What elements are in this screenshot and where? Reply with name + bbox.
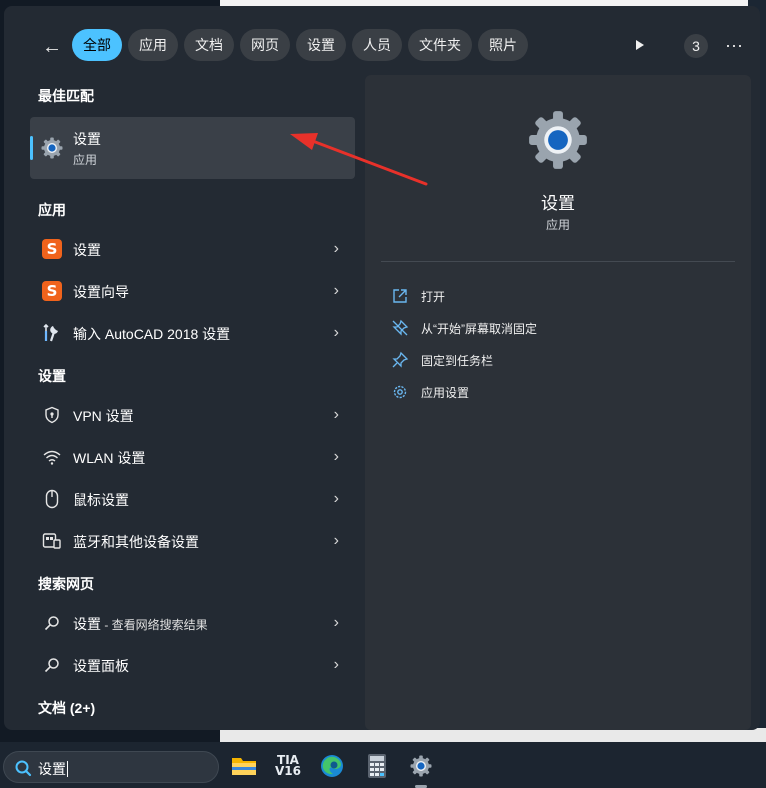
- more-options-button[interactable]: ···: [722, 34, 746, 58]
- filter-chip-documents[interactable]: 文档: [184, 29, 234, 61]
- back-button[interactable]: ←: [38, 34, 66, 60]
- app-item-settings[interactable]: S 设置 ›: [30, 229, 355, 269]
- chevron-right-icon[interactable]: ›: [334, 613, 339, 633]
- web-item-query: 设置: [73, 616, 101, 632]
- action-label: 应用设置: [421, 386, 470, 400]
- app-item-label: 设置: [73, 242, 101, 258]
- filter-chip-folders[interactable]: 文件夹: [408, 29, 472, 61]
- filter-chip-all[interactable]: 全部: [72, 29, 122, 61]
- wrench-icon: [43, 323, 58, 342]
- app-item-autocad-settings[interactable]: 输入 AutoCAD 2018 设置 ›: [30, 313, 355, 353]
- chevron-right-icon[interactable]: ›: [334, 323, 339, 343]
- section-title-best-match: 最佳匹配: [38, 88, 94, 104]
- shield-icon: [45, 406, 59, 424]
- taskbar-search-input[interactable]: 设置: [3, 751, 219, 783]
- setting-item-label: WLAN 设置: [73, 450, 146, 466]
- setting-item-label: 鼠标设置: [73, 492, 129, 508]
- web-item-label: 设置面板: [73, 658, 129, 674]
- tia-label-bottom: V16: [275, 764, 301, 778]
- mouse-icon: [45, 489, 59, 509]
- search-query-text: 设置: [38, 761, 66, 777]
- taskbar-settings[interactable]: [406, 751, 436, 781]
- detail-pane: 设置 应用 打开 从“开始”屏幕取消固定 固定到任务栏 应用设置: [365, 75, 751, 730]
- chevron-right-icon[interactable]: ›: [334, 489, 339, 509]
- sogou-s-icon: S: [42, 239, 62, 259]
- chevron-right-icon[interactable]: ›: [334, 405, 339, 425]
- selection-accent: [30, 136, 33, 160]
- section-title-documents[interactable]: 文档 (2+): [38, 698, 95, 718]
- sogou-s-icon: S: [42, 281, 62, 301]
- devices-icon: [42, 533, 61, 549]
- taskbar-tia-portal[interactable]: TIA V16: [273, 751, 303, 781]
- unpin-icon: [392, 319, 409, 336]
- text-caret: [67, 761, 68, 777]
- app-item-label: 设置向导: [73, 284, 129, 300]
- setting-item-label: VPN 设置: [73, 408, 134, 424]
- best-match-name: 设置: [73, 131, 101, 147]
- settings-gear-icon: [41, 137, 63, 159]
- search-icon: [44, 616, 59, 631]
- chevron-right-icon[interactable]: ›: [334, 447, 339, 467]
- search-icon: [15, 760, 32, 777]
- detail-subtitle: 应用: [545, 218, 570, 232]
- filter-chip-web[interactable]: 网页: [240, 29, 290, 61]
- web-item-settings-panel[interactable]: 设置面板 ›: [30, 645, 355, 685]
- background-window-edge-bottom: [220, 728, 766, 742]
- web-item-settings[interactable]: 设置 - 查看网络搜索结果 ›: [30, 603, 355, 643]
- pin-icon: [392, 351, 409, 368]
- filter-chip-people[interactable]: 人员: [352, 29, 402, 61]
- action-label: 从“开始”屏幕取消固定: [421, 322, 537, 336]
- setting-item-bluetooth-devices[interactable]: 蓝牙和其他设备设置 ›: [30, 521, 355, 561]
- wifi-icon: [43, 450, 61, 465]
- action-label: 固定到任务栏: [421, 354, 494, 368]
- action-label: 打开: [421, 290, 446, 304]
- section-title-web: 搜索网页: [38, 576, 94, 592]
- setting-item-mouse[interactable]: 鼠标设置 ›: [30, 479, 355, 519]
- chevron-right-icon[interactable]: ›: [334, 531, 339, 551]
- taskbar-file-explorer[interactable]: [229, 751, 259, 781]
- setting-item-label: 蓝牙和其他设备设置: [73, 534, 199, 550]
- taskbar-edge[interactable]: [317, 751, 347, 781]
- start-search-panel: ← 全部 应用 文档 网页 设置 人员 文件夹 照片 3 ··· 最佳匹配 设置…: [4, 6, 760, 730]
- best-match-item[interactable]: 设置 应用: [30, 117, 355, 179]
- section-title-settings: 设置: [38, 368, 66, 384]
- ellipsis-icon: ···: [725, 35, 743, 55]
- open-external-icon: [393, 289, 407, 303]
- best-match-type: 应用: [73, 153, 98, 167]
- setting-item-wlan[interactable]: WLAN 设置 ›: [30, 437, 355, 477]
- detail-title: 设置: [541, 194, 575, 213]
- taskbar: 设置 TIA V16: [0, 742, 766, 788]
- filter-chip-settings[interactable]: 设置: [296, 29, 346, 61]
- filter-chip-apps[interactable]: 应用: [128, 29, 178, 61]
- taskbar-calculator[interactable]: [362, 751, 392, 781]
- play-icon: [636, 40, 644, 50]
- edge-icon: [321, 755, 343, 777]
- file-explorer-icon: [232, 758, 256, 775]
- detail-divider: [381, 261, 735, 262]
- results-list: 最佳匹配 设置 应用 应用 S 设置 › S 设置向导 › 输入 AutoCAD…: [28, 76, 358, 726]
- app-item-label: 输入 AutoCAD 2018 设置: [73, 326, 231, 342]
- section-title-apps: 应用: [38, 202, 66, 218]
- filter-chip-photos[interactable]: 照片: [478, 29, 528, 61]
- settings-gear-icon: [529, 111, 587, 169]
- calculator-icon: [368, 754, 386, 778]
- web-item-label: 设置 - 查看网络搜索结果: [73, 614, 208, 634]
- chevron-right-icon[interactable]: ›: [334, 239, 339, 259]
- more-filters-play-button[interactable]: [631, 37, 647, 53]
- gear-icon: [393, 385, 407, 399]
- filter-chips: 全部 应用 文档 网页 设置 人员 文件夹 照片: [72, 29, 528, 61]
- tia-portal-icon: TIA V16: [275, 754, 301, 778]
- app-item-setup-wizard[interactable]: S 设置向导 ›: [30, 271, 355, 311]
- web-item-suffix: - 查看网络搜索结果: [101, 618, 208, 632]
- chevron-right-icon[interactable]: ›: [334, 281, 339, 301]
- settings-icon: [410, 755, 432, 777]
- chevron-right-icon[interactable]: ›: [334, 655, 339, 675]
- setting-item-vpn[interactable]: VPN 设置 ›: [30, 395, 355, 435]
- rewards-count-badge[interactable]: 3: [684, 34, 708, 58]
- search-icon: [44, 658, 59, 673]
- back-arrow-icon: ←: [42, 36, 62, 58]
- search-query: 设置: [38, 759, 68, 779]
